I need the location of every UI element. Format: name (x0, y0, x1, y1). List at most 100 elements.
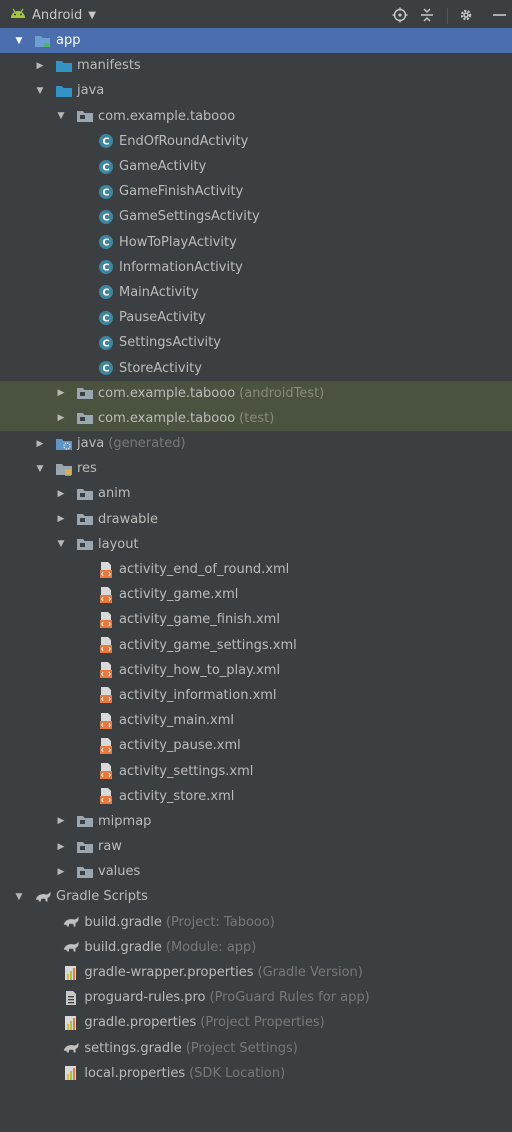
tree-row-label: build.gradle (84, 939, 162, 955)
tree-row[interactable]: activity_pause.xml (0, 733, 512, 758)
collapsed-arrow-icon[interactable]: ▶ (54, 867, 68, 877)
tree-row[interactable]: C GameSettingsActivity (0, 204, 512, 229)
collapsed-arrow-icon[interactable]: ▶ (54, 842, 68, 852)
tree-row[interactable]: C HowToPlayActivity (0, 230, 512, 255)
tree-row[interactable]: C SettingsActivity (0, 330, 512, 355)
tree-row[interactable]: activity_how_to_play.xml (0, 658, 512, 683)
tree-row-label: values (98, 864, 141, 880)
tree-row[interactable]: ▶ drawable (0, 507, 512, 532)
tree-row-label: anim (98, 486, 131, 502)
expanded-arrow-icon[interactable]: ▼ (12, 892, 26, 902)
tree-row[interactable]: ▶ anim (0, 481, 512, 506)
collapsed-arrow-icon[interactable]: ▶ (54, 514, 68, 524)
tree-row[interactable]: activity_settings.xml (0, 758, 512, 783)
tree-row[interactable]: ▼ com.example.tabooo (0, 104, 512, 129)
svg-text:C: C (102, 187, 109, 198)
tree-row[interactable]: ▶ manifests (0, 53, 512, 78)
expanded-arrow-icon[interactable]: ▼ (33, 464, 47, 474)
tree-row-label: raw (98, 839, 122, 855)
xml-file-icon (97, 788, 115, 805)
tree-row[interactable]: ▼ res (0, 456, 512, 481)
tree-row-label: com.example.tabooo (98, 108, 236, 124)
tree-row[interactable]: ▶ values (0, 859, 512, 884)
tree-row-label: activity_store.xml (119, 788, 235, 804)
tree-row[interactable]: ▶ mipmap (0, 809, 512, 834)
tree-row-label: activity_game_settings.xml (119, 637, 297, 653)
tree-row[interactable]: C MainActivity (0, 280, 512, 305)
collapsed-arrow-icon[interactable]: ▶ (33, 61, 47, 71)
tree-row[interactable]: ▼ java (0, 78, 512, 103)
tree-row-hint: (Module: app) (165, 939, 257, 955)
class-icon: C (97, 184, 115, 200)
tree-row[interactable]: local.properties (SDK Location) (0, 1061, 512, 1086)
tree-row[interactable]: C GameActivity (0, 154, 512, 179)
collapsed-arrow-icon[interactable]: ▶ (33, 439, 47, 449)
tree-row[interactable]: activity_end_of_round.xml (0, 557, 512, 582)
collapsed-arrow-icon[interactable]: ▶ (54, 413, 68, 423)
project-view-selector[interactable]: Android ▼ (10, 0, 96, 30)
hide-icon[interactable] (484, 0, 512, 30)
tree-row[interactable]: C InformationActivity (0, 255, 512, 280)
gear-icon[interactable] (455, 0, 477, 30)
gradle-icon (34, 889, 52, 905)
tree-row[interactable]: ▶ com.example.tabooo (test) (0, 405, 512, 431)
tree-row[interactable]: activity_information.xml (0, 683, 512, 708)
expanded-arrow-icon[interactable]: ▼ (12, 36, 26, 46)
tree-row[interactable]: gradle.properties (Project Properties) (0, 1010, 512, 1035)
tree-row[interactable]: C PauseActivity (0, 305, 512, 330)
xml-file-icon (97, 611, 115, 628)
tree-row-label: gradle-wrapper.properties (84, 965, 254, 981)
tree-row-label: InformationActivity (119, 259, 243, 275)
tree-row[interactable]: ▶ raw (0, 834, 512, 859)
expanded-arrow-icon[interactable]: ▼ (33, 86, 47, 96)
collapsed-arrow-icon[interactable]: ▶ (54, 816, 68, 826)
tree-row-label: java (77, 436, 105, 452)
xml-file-icon (97, 586, 115, 603)
collapse-all-icon[interactable] (416, 0, 438, 30)
tree-row[interactable]: activity_game.xml (0, 582, 512, 607)
properties-file-icon (62, 1065, 80, 1081)
class-icon: C (97, 209, 115, 225)
tree-row-label: GameSettingsActivity (119, 209, 260, 225)
tree-row[interactable]: ▶ java (generated) (0, 431, 512, 456)
project-view-label: Android (32, 7, 83, 23)
tree-row[interactable]: settings.gradle (Project Settings) (0, 1036, 512, 1061)
svg-text:C: C (102, 364, 109, 375)
tree-row[interactable]: activity_game_settings.xml (0, 633, 512, 658)
tree-row[interactable]: ▼ Gradle Scripts (0, 884, 512, 909)
tree-row[interactable]: build.gradle (Module: app) (0, 935, 512, 960)
package-folder-icon (76, 839, 94, 855)
tree-row[interactable]: gradle-wrapper.properties (Gradle Version… (0, 960, 512, 985)
tree-row[interactable]: ▼ layout (0, 532, 512, 557)
tree-row[interactable]: activity_game_finish.xml (0, 607, 512, 632)
xml-file-icon (97, 561, 115, 578)
tree-row-label: manifests (77, 58, 141, 74)
tree-row-label: SettingsActivity (119, 335, 221, 351)
tree-row[interactable]: activity_main.xml (0, 708, 512, 733)
tree-row-label: drawable (98, 511, 159, 527)
gradle-icon (62, 1040, 80, 1056)
expanded-arrow-icon[interactable]: ▼ (54, 111, 68, 121)
class-icon: C (97, 310, 115, 326)
tree-row[interactable]: C GameFinishActivity (0, 179, 512, 204)
resource-folder-icon (55, 461, 73, 477)
tree-row[interactable]: activity_store.xml (0, 784, 512, 809)
tree-row[interactable]: C StoreActivity (0, 355, 512, 380)
tree-row[interactable]: C EndOfRoundActivity (0, 129, 512, 154)
android-icon (10, 7, 26, 23)
expanded-arrow-icon[interactable]: ▼ (54, 539, 68, 549)
toolbar-separator (447, 8, 448, 24)
collapsed-arrow-icon[interactable]: ▶ (54, 489, 68, 499)
class-icon: C (97, 259, 115, 275)
properties-file-icon (62, 965, 80, 981)
tree-row[interactable]: ▼ app (0, 28, 512, 54)
collapsed-arrow-icon[interactable]: ▶ (54, 388, 68, 398)
tree-row[interactable]: proguard-rules.pro (ProGuard Rules for ap… (0, 985, 512, 1010)
xml-file-icon (97, 662, 115, 679)
xml-file-icon (97, 637, 115, 654)
locate-icon[interactable] (389, 0, 411, 30)
package-folder-icon (76, 511, 94, 527)
tree-row[interactable]: ▶ com.example.tabooo (androidTest) (0, 380, 512, 406)
tree-row-label: MainActivity (119, 284, 199, 300)
tree-row[interactable]: build.gradle (Project: Tabooo) (0, 910, 512, 935)
